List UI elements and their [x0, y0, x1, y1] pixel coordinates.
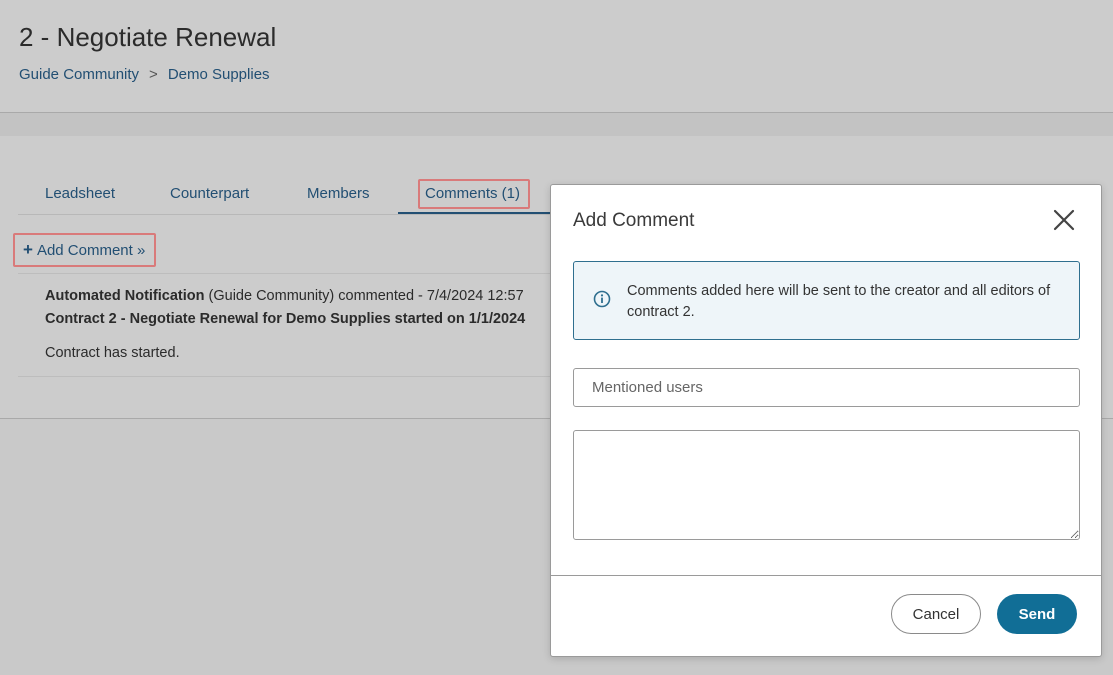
dialog-footer-divider [551, 575, 1101, 576]
comment-body: Contract has started. [45, 345, 180, 361]
divider [18, 273, 558, 274]
comment-header: Automated Notification (Guide Community)… [45, 288, 550, 304]
info-alert: Comments added here will be sent to the … [573, 261, 1080, 340]
breadcrumb-item-guide-community[interactable]: Guide Community [19, 66, 139, 83]
page-title: 2 - Negotiate Renewal [19, 22, 277, 52]
plus-icon: + [23, 240, 33, 259]
comment-meta: (Guide Community) commented - 7/4/2024 1… [204, 288, 524, 304]
dialog-title: Add Comment [573, 210, 695, 231]
info-text: Comments added here will be sent to the … [627, 283, 1051, 320]
close-icon[interactable] [1051, 207, 1077, 233]
divider [18, 376, 558, 377]
tab-counterpart[interactable]: Counterpart [170, 176, 249, 214]
comment-subject: Contract 2 - Negotiate Renewal for Demo … [45, 311, 526, 327]
mentioned-users-input[interactable] [573, 368, 1080, 407]
add-comment-label: Add Comment » [36, 241, 146, 259]
add-comment-dialog: Add Comment Comments added here will be … [550, 184, 1102, 657]
page-header: 2 - Negotiate Renewal Guide Community > … [0, 0, 1113, 113]
comment-textarea[interactable] [573, 430, 1080, 540]
comment-author: Automated Notification [45, 288, 205, 304]
info-circle-icon [593, 290, 611, 308]
breadcrumb: Guide Community > Demo Supplies [19, 66, 270, 83]
tab-leadsheet[interactable]: Leadsheet [45, 176, 115, 214]
header-strip [0, 113, 1113, 136]
add-comment-button[interactable]: + Add Comment » [13, 233, 156, 267]
breadcrumb-separator: > [149, 66, 158, 83]
breadcrumb-item-demo-supplies[interactable]: Demo Supplies [168, 66, 270, 83]
send-button[interactable]: Send [997, 594, 1077, 634]
tab-comments-highlight [418, 179, 530, 209]
tab-members[interactable]: Members [307, 176, 370, 214]
tab-bar: Leadsheet Counterpart Members Comments (… [18, 176, 558, 215]
cancel-button[interactable]: Cancel [891, 594, 981, 634]
